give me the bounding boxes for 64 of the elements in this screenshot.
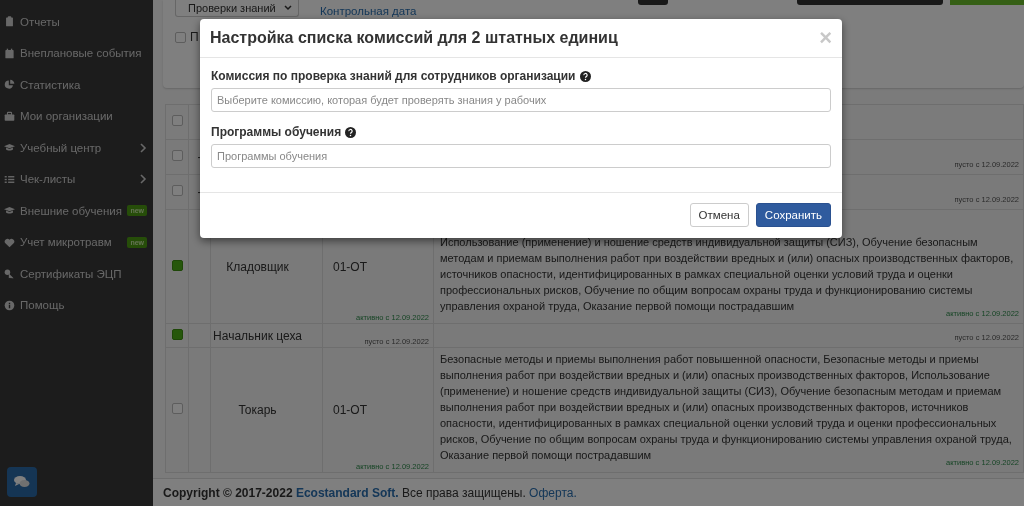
info-icon [4, 299, 15, 311]
clipboard-icon [4, 16, 15, 28]
sidebar-label: Мои организации [20, 110, 113, 123]
toolbar-button[interactable] [797, 0, 943, 5]
graduation-cap-icon [4, 205, 15, 217]
toolbar-button[interactable] [950, 0, 1024, 5]
key-icon [4, 268, 15, 280]
cancel-button[interactable]: Отмена [689, 203, 749, 227]
pie-chart-icon [4, 79, 15, 91]
row-checkbox[interactable] [171, 259, 183, 271]
position-name: Кладовщик [226, 259, 289, 274]
table-cell: - [197, 150, 202, 164]
training-programs-text: Использование (применение) и ношение средств индивидуальной защиты (СИЗ), Обучение безопасным методам и приемам выполнения работ при воздействии вредных и (или) опасных производственных факторов, источников опасности, идентифицированных в рамках специальной оценки условий труда и оценки профессиональных рисков, Обучение по общим вопросам охраны труда и функционированию системы управления охраной труда, Оказание первой помощи пострадавшим [440, 236, 1014, 312]
sidebar-item[interactable]: Учебный центр [0, 132, 153, 164]
checkbox-label: П [190, 30, 199, 44]
field-label: Программы обучения [211, 125, 342, 139]
sidebar-label: Учет микротравм [20, 236, 112, 249]
checkbox[interactable] [175, 31, 186, 43]
save-button[interactable]: Сохранить [755, 203, 831, 227]
copyright-text: Copyright © 2017-2022 Ecostandard Soft. Все права защищены. Оферта. [163, 485, 577, 500]
row-checkbox[interactable] [171, 328, 183, 340]
chat-bubbles-icon [14, 475, 30, 489]
list-icon [4, 173, 15, 185]
sidebar-item[interactable]: Сертификаты ЭЦП [0, 258, 153, 290]
sidebar-label: Внеплановые события [20, 47, 142, 60]
sidebar-label: Сертификаты ЭЦП [20, 267, 122, 280]
heart-icon [4, 236, 15, 248]
row-checkbox[interactable] [171, 150, 183, 161]
sidebar-label: Отчеты [20, 15, 60, 28]
sidebar-item[interactable]: Статистика [0, 69, 153, 101]
position-name: Начальник цеха [213, 328, 302, 343]
chat-button[interactable] [7, 467, 37, 497]
program-code: 01-ОТ [333, 403, 367, 417]
sidebar-label: Внешние обучения [20, 204, 122, 217]
sidebar-label: Учебный центр [20, 141, 102, 154]
row-checkbox[interactable] [171, 403, 183, 414]
calendar-icon [4, 47, 15, 59]
sidebar-item[interactable]: Внеплановые события [0, 37, 153, 69]
briefcase-icon [4, 110, 15, 122]
toolbar-button[interactable] [638, 0, 668, 5]
position-name: Токарь [238, 403, 277, 417]
offer-link[interactable]: Оферта. [529, 485, 577, 500]
graduation-cap-icon [4, 142, 15, 154]
sidebar-item[interactable]: Помощь [0, 289, 153, 321]
sidebar-label: Помощь [20, 299, 65, 312]
sidebar-item[interactable]: Мои организации [0, 100, 153, 132]
training-programs-text: Безопасные методы и приемы выполнения работ повышенной опасности, Безопасные методы и приемы выполнения работ при воздействии вредных и (или) опасных производственных факторов, Использование (применение) и ношение средств индивидуальной защиты (СИЗ), Обучение безопасным методам и приемам выполнения работ при воздействии вредных и (или) опасных производственных факторов, источников опасности, идентифицированных в рамках специальной оценки условий труда и оценки профессиональных рисков, Обучение по общим вопросам охраны труда и функционированию системы управления охраной труда, Оказание первой помощи пострадавшим [440, 353, 1012, 461]
sidebar-item[interactable]: Чек-листы [0, 163, 153, 195]
row-checkbox[interactable] [171, 185, 183, 196]
close-button[interactable]: × [819, 27, 832, 49]
table-cell: - [197, 185, 202, 199]
sidebar-item[interactable]: Отчеты [0, 6, 153, 38]
control-date-link[interactable]: Контрольная дата [320, 0, 450, 17]
dialog-title: Настройка списка комиссий для 2 штатных единиц [210, 29, 618, 47]
sidebar-label: Статистика [20, 78, 81, 91]
select-all-checkbox[interactable] [171, 115, 183, 126]
sidebar-label: Чек-листы [20, 173, 76, 186]
field-label: Комиссия по проверка знаний для сотрудников организации [211, 69, 576, 83]
company-link[interactable]: Ecostandard Soft. [295, 485, 399, 500]
program-code: 01-ОТ [333, 259, 367, 274]
check-type-select[interactable]: Проверки знаний [175, 0, 299, 17]
input-field[interactable]: Программы обучения [211, 144, 831, 168]
chevron-down-icon [284, 5, 292, 11]
input-field[interactable]: Выберите комиссию, которая будет проверять знания у рабочих [211, 88, 831, 112]
